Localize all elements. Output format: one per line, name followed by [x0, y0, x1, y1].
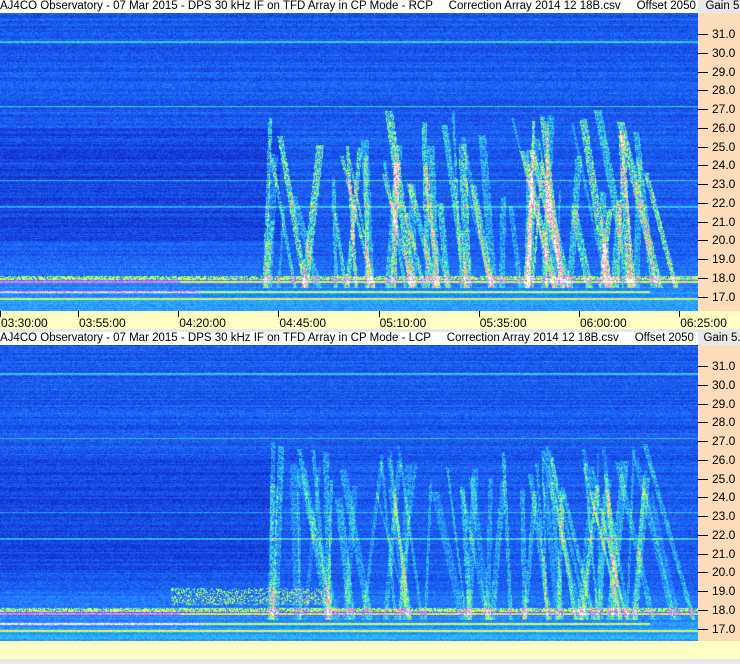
- y-tick: [698, 240, 708, 242]
- lcp-title-bar: AJ4CO Observatory - 07 Mar 2015 - DPS 30…: [0, 332, 740, 345]
- y-tick: [698, 591, 708, 592]
- y-tick: [698, 296, 708, 298]
- lcp-correction: Correction Array 2014 12 18B.csv: [446, 332, 619, 344]
- y-tick: [698, 553, 708, 555]
- x-tick-label: 04:45:00: [279, 316, 327, 330]
- rcp-correction: Correction Array 2014 12 18B.csv: [448, 0, 621, 12]
- y-tick: [698, 516, 708, 517]
- y-tick: [698, 403, 708, 405]
- y-tick-label: 18.0: [712, 602, 736, 617]
- y-tick-label: 20.0: [712, 233, 736, 248]
- y-tick-label: 27.0: [712, 434, 736, 448]
- y-tick: [698, 146, 708, 148]
- y-tick: [698, 184, 708, 185]
- y-tick-label: 18.0: [712, 270, 736, 285]
- y-tick-label: 23.0: [712, 509, 736, 523]
- y-tick-label: 21.0: [712, 214, 736, 229]
- y-tick: [698, 534, 708, 536]
- lcp-frequency-axis: 31.0 30.0 29.0 28.0 27.0 26.0 25.0 24.0 23.0 22.0…: [698, 345, 740, 641]
- y-tick-label: 23.0: [712, 177, 736, 191]
- x-tick-label: 05:35:00: [479, 316, 527, 330]
- y-tick-label: 19.0: [712, 252, 736, 266]
- time-axis: 03:30:00 03:55:00 04:20:00 04:45:00 05:10:00…: [0, 311, 740, 330]
- y-tick-label: 22.0: [712, 195, 736, 210]
- y-tick: [698, 422, 708, 424]
- rcp-gain: Gain 5.0: [705, 0, 740, 12]
- y-tick-label: 31.0: [712, 359, 736, 373]
- y-tick-label: 17.0: [712, 621, 736, 636]
- y-tick: [698, 497, 708, 499]
- y-tick: [698, 127, 708, 129]
- y-tick: [698, 71, 708, 73]
- y-tick-label: 24.0: [712, 490, 736, 505]
- y-tick: [698, 572, 708, 574]
- y-tick-label: 28.0: [712, 83, 736, 98]
- y-tick-label: 28.0: [712, 415, 736, 430]
- y-tick-label: 20.0: [712, 565, 736, 580]
- y-tick-label: 22.0: [712, 527, 736, 542]
- y-tick: [698, 165, 708, 167]
- y-tick-label: 29.0: [712, 64, 736, 79]
- rcp-title-bar: AJ4CO Observatory - 07 Mar 2015 - DPS 30…: [0, 0, 740, 13]
- y-tick: [698, 441, 708, 442]
- y-tick-label: 25.0: [712, 139, 736, 154]
- x-tick-label: 04:20:00: [179, 316, 226, 330]
- rcp-title: AJ4CO Observatory - 07 Mar 2015 - DPS 30…: [0, 0, 433, 12]
- y-tick: [698, 366, 708, 367]
- rcp-frequency-axis: 31.0 30.0 29.0 28.0 27.0 26.0 25.0 24.0 23.0 22.0…: [698, 13, 740, 311]
- y-tick: [698, 34, 708, 35]
- y-tick: [698, 459, 708, 461]
- y-tick: [698, 628, 708, 630]
- y-tick-label: 27.0: [712, 102, 736, 116]
- y-tick-label: 29.0: [712, 396, 736, 411]
- y-tick-label: 31.0: [712, 27, 736, 41]
- lcp-gain: Gain 5.0: [703, 332, 740, 344]
- x-tick-label: 06:00:00: [580, 316, 627, 330]
- y-tick: [698, 259, 708, 260]
- y-tick: [698, 609, 708, 611]
- lcp-title: AJ4CO Observatory - 07 Mar 2015 - DPS 30…: [0, 332, 431, 344]
- y-tick: [698, 90, 708, 92]
- x-tick-label: 06:25:00: [680, 316, 727, 330]
- y-tick-label: 25.0: [712, 471, 736, 486]
- y-tick-label: 30.0: [712, 45, 736, 60]
- x-tick-label: 03:30:00: [1, 316, 48, 330]
- y-tick: [698, 277, 708, 279]
- x-tick-label: 03:55:00: [79, 316, 126, 330]
- y-tick-label: 24.0: [712, 158, 736, 173]
- lcp-time-axis-strip: [0, 641, 740, 659]
- lcp-spectrogram: [0, 345, 698, 641]
- y-tick: [698, 202, 708, 204]
- rcp-offset: Offset 2050: [636, 0, 696, 12]
- y-tick-label: 19.0: [712, 584, 736, 598]
- y-tick: [698, 109, 708, 110]
- y-tick-label: 26.0: [712, 452, 736, 467]
- y-tick-label: 17.0: [712, 289, 736, 304]
- y-tick-label: 30.0: [712, 377, 736, 392]
- y-tick-label: 21.0: [712, 546, 736, 561]
- y-tick: [698, 52, 708, 54]
- y-tick: [698, 221, 708, 223]
- rcp-spectrogram: [0, 13, 698, 311]
- x-tick-label: 05:10:00: [379, 316, 427, 330]
- y-tick-label: 26.0: [712, 120, 736, 135]
- y-tick: [698, 384, 708, 386]
- lcp-offset: Offset 2050: [634, 332, 694, 344]
- y-tick: [698, 478, 708, 480]
